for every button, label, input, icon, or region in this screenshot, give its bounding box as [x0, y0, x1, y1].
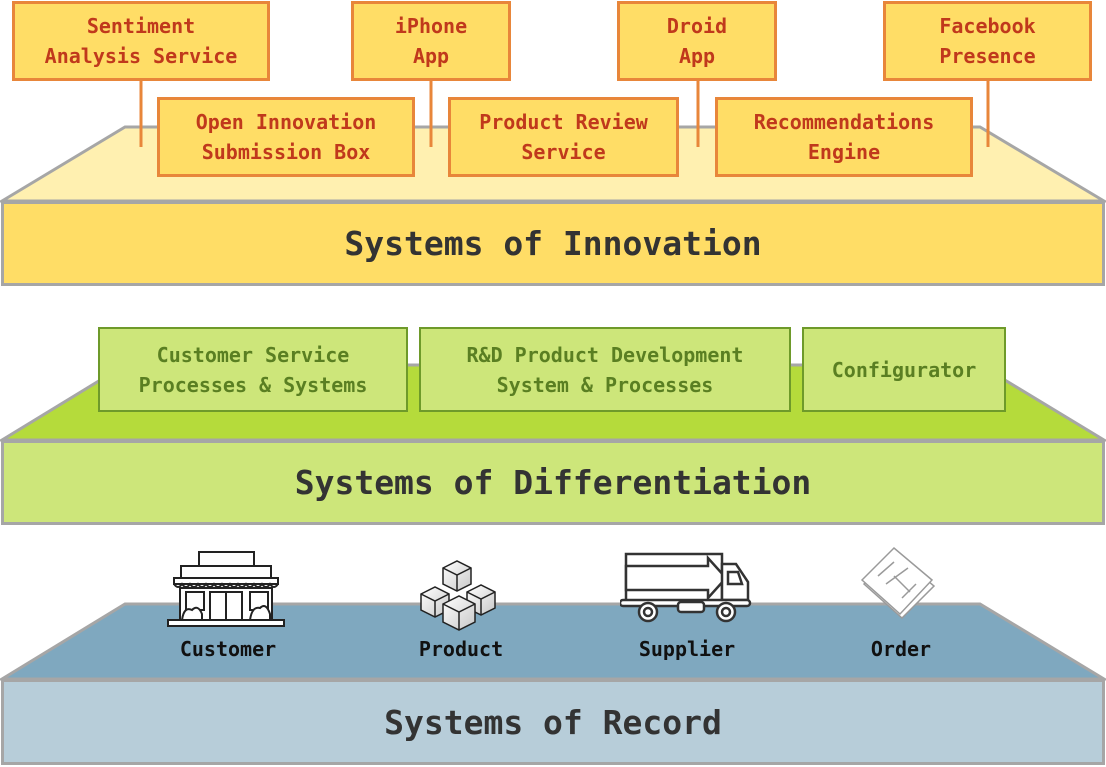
entity-label-product: Product	[418, 637, 504, 661]
innovation-box-droid[interactable]: Droid App	[617, 1, 777, 81]
box-label: Recommendations Engine	[753, 110, 935, 164]
differentiation-band: Systems of Differentiation	[1, 440, 1105, 525]
box-label: Facebook Presence	[939, 14, 1036, 68]
box-label: Open Innovation Submission Box	[195, 110, 377, 164]
differentiation-box-rnd[interactable]: R&D Product Development System & Process…	[419, 327, 791, 412]
boxes-icon	[420, 560, 496, 631]
innovation-title: Systems of Innovation	[344, 224, 762, 263]
box-label: Droid App	[666, 14, 728, 68]
box-label: Sentiment Analysis Service	[44, 14, 238, 68]
record-band: Systems of Record	[1, 679, 1105, 765]
differentiation-box-customer-service[interactable]: Customer Service Processes & Systems	[98, 327, 408, 412]
box-label: Customer Service Processes & Systems	[138, 342, 368, 397]
innovation-box-recommendations[interactable]: Recommendations Engine	[715, 97, 973, 177]
innovation-box-sentiment[interactable]: Sentiment Analysis Service	[12, 1, 270, 81]
innovation-box-iphone[interactable]: iPhone App	[351, 1, 511, 81]
box-label: iPhone App	[394, 14, 468, 68]
innovation-box-facebook[interactable]: Facebook Presence	[883, 1, 1092, 81]
storefront-icon	[167, 551, 285, 627]
differentiation-title: Systems of Differentiation	[294, 463, 812, 502]
entity-label-supplier: Supplier	[638, 637, 736, 661]
innovation-box-product-review[interactable]: Product Review Service	[448, 97, 679, 177]
record-title: Systems of Record	[384, 702, 722, 742]
box-label: Product Review Service	[479, 110, 648, 164]
innovation-band: Systems of Innovation	[1, 201, 1105, 286]
box-label: Configurator	[831, 357, 977, 382]
differentiation-box-configurator[interactable]: Configurator	[802, 327, 1006, 412]
documents-icon	[860, 546, 936, 620]
innovation-box-open-innovation[interactable]: Open Innovation Submission Box	[157, 97, 415, 177]
entity-label-customer: Customer	[179, 637, 277, 661]
truck-icon	[620, 552, 752, 623]
box-label: R&D Product Development System & Process…	[466, 342, 744, 397]
entity-label-order: Order	[870, 637, 932, 661]
